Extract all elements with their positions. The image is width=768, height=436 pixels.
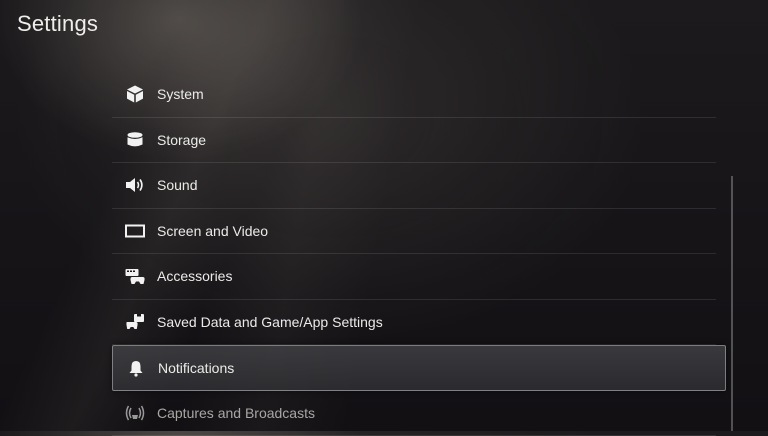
menu-item-label: Storage bbox=[157, 132, 206, 148]
screen-icon bbox=[124, 220, 146, 242]
menu-item-system[interactable]: System bbox=[112, 72, 716, 118]
menu-item-accessories[interactable]: Accessories bbox=[112, 254, 716, 300]
settings-menu: System Storage Sound Screen and Video bbox=[112, 72, 726, 436]
menu-item-label: Saved Data and Game/App Settings bbox=[157, 314, 383, 330]
menu-item-screen-and-video[interactable]: Screen and Video bbox=[112, 209, 716, 255]
page-title: Settings bbox=[17, 11, 98, 37]
menu-item-captures-and-broadcasts[interactable]: Captures and Broadcasts bbox=[112, 391, 716, 436]
system-cube-icon bbox=[124, 83, 146, 105]
menu-item-sound[interactable]: Sound bbox=[112, 163, 716, 209]
menu-item-notifications[interactable]: Notifications bbox=[112, 345, 726, 391]
menu-item-saved-data[interactable]: Saved Data and Game/App Settings bbox=[112, 300, 716, 346]
menu-item-label: Sound bbox=[157, 177, 197, 193]
accessories-icon bbox=[124, 265, 146, 287]
broadcast-icon bbox=[124, 402, 146, 424]
menu-item-label: System bbox=[157, 86, 204, 102]
menu-item-storage[interactable]: Storage bbox=[112, 118, 716, 164]
scrollbar[interactable] bbox=[731, 176, 733, 431]
storage-cylinder-icon bbox=[124, 129, 146, 151]
bell-icon bbox=[125, 357, 147, 379]
menu-item-label: Notifications bbox=[158, 360, 234, 376]
menu-item-label: Screen and Video bbox=[157, 223, 268, 239]
menu-item-label: Accessories bbox=[157, 268, 232, 284]
menu-item-label: Captures and Broadcasts bbox=[157, 405, 315, 421]
speaker-icon bbox=[124, 174, 146, 196]
saved-data-icon bbox=[124, 311, 146, 333]
